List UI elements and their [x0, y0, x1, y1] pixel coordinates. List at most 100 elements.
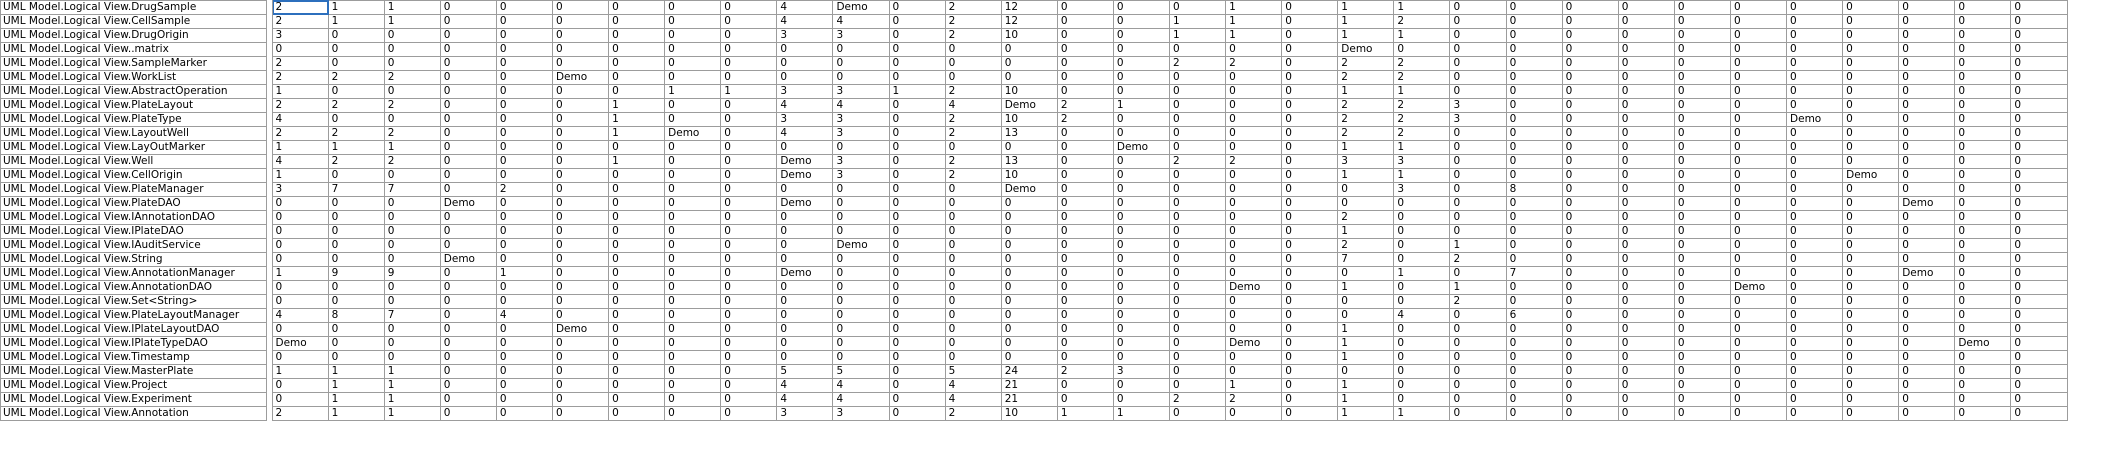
metric-cell[interactable]: 4 — [776, 0, 834, 15]
metric-cell[interactable]: 0 — [1281, 406, 1339, 421]
metric-cell[interactable]: 0 — [1505, 70, 1563, 85]
metric-cell[interactable]: 0 — [495, 406, 553, 421]
metric-cell[interactable]: 0 — [1673, 378, 1731, 393]
metric-cell[interactable]: Demo — [271, 336, 329, 351]
metric-cell[interactable]: 0 — [1673, 364, 1731, 379]
metric-cell[interactable]: 7 — [1505, 266, 1563, 281]
metric-cell[interactable]: 7 — [383, 308, 441, 323]
table-row[interactable]: UML Model.Logical View.WorkList 2 2 2 0 0 Demo… — [0, 70, 2068, 85]
metric-cell[interactable]: 0 — [1673, 210, 1731, 225]
metric-cell[interactable]: 12 — [1000, 14, 1058, 29]
table-row[interactable]: UML Model.Logical View.AbstractOperation… — [0, 84, 2068, 99]
table-row[interactable]: UML Model.Logical View.Experiment 0 1 1 0 0 0 0… — [0, 392, 2068, 407]
metric-cell[interactable]: 0 — [1898, 0, 1956, 15]
metric-cell[interactable]: 0 — [944, 238, 1002, 253]
metric-cell[interactable]: 0 — [1673, 336, 1731, 351]
metric-cell[interactable]: 1 — [1112, 406, 1171, 421]
metric-cell[interactable]: 0 — [551, 378, 610, 393]
metric-cell[interactable]: 0 — [439, 294, 497, 309]
metric-cell[interactable]: 1 — [271, 266, 329, 281]
metric-cell[interactable]: 0 — [1729, 350, 1788, 365]
metric-cell[interactable]: 0 — [1561, 28, 1619, 43]
metric-cell[interactable]: 0 — [1505, 378, 1563, 393]
metric-cell[interactable]: 0 — [664, 42, 722, 57]
metric-cell[interactable]: 4 — [776, 378, 834, 393]
metric-cell[interactable]: 1 — [495, 266, 553, 281]
metric-cell[interactable]: 0 — [1786, 322, 1844, 337]
metric-cell[interactable]: 0 — [1898, 336, 1956, 351]
metric-cell[interactable]: 0 — [1842, 294, 1900, 309]
metric-cell[interactable]: 2 — [1337, 56, 1395, 71]
metric-cell[interactable]: 2 — [1225, 56, 1283, 71]
metric-cell[interactable]: 0 — [1617, 322, 1675, 337]
metric-cell[interactable]: 0 — [439, 406, 497, 421]
metric-cell[interactable]: 0 — [1617, 364, 1675, 379]
metric-cell[interactable]: 0 — [495, 210, 553, 225]
metric-cell[interactable]: 3 — [271, 28, 329, 43]
metric-cell[interactable]: 0 — [1000, 308, 1058, 323]
metric-cell[interactable]: 0 — [1561, 70, 1619, 85]
metric-cell[interactable]: 0 — [1056, 378, 1114, 393]
metric-cell[interactable]: 0 — [495, 70, 553, 85]
metric-cell[interactable]: 0 — [1617, 392, 1675, 407]
metric-cell[interactable]: 0 — [888, 168, 946, 183]
metric-cell[interactable]: Demo — [1898, 196, 1956, 211]
metric-cell[interactable]: 0 — [776, 210, 834, 225]
metric-cell[interactable]: 0 — [1617, 168, 1675, 183]
metric-cell[interactable]: 0 — [1898, 364, 1956, 379]
metric-cell[interactable]: 4 — [776, 126, 834, 141]
row-name-cell[interactable]: UML Model.Logical View.MasterPlate — [0, 364, 267, 379]
metric-cell[interactable]: 0 — [1505, 84, 1563, 99]
table-row[interactable]: UML Model.Logical View.CellSample 2 1 1 0 0 0 0… — [0, 14, 2068, 29]
metric-cell[interactable]: 0 — [888, 378, 946, 393]
metric-cell[interactable]: 0 — [439, 266, 497, 281]
metric-cell[interactable]: 0 — [1056, 210, 1114, 225]
metric-cell[interactable]: 0 — [888, 322, 946, 337]
metric-cell[interactable]: 0 — [1393, 238, 1451, 253]
metric-cell[interactable]: 0 — [1954, 224, 2012, 239]
metric-cell[interactable]: 0 — [888, 392, 946, 407]
metric-cell[interactable]: 1 — [1337, 378, 1395, 393]
metric-cell[interactable]: 0 — [1898, 350, 1956, 365]
metric-cell[interactable]: 0 — [1112, 238, 1171, 253]
metric-cell[interactable]: 1 — [383, 140, 441, 155]
metric-cell[interactable]: 0 — [1168, 126, 1227, 141]
metric-cell[interactable]: 3 — [832, 126, 890, 141]
metric-cell[interactable]: 0 — [1337, 294, 1395, 309]
metric-cell[interactable]: 0 — [551, 308, 610, 323]
metric-cell[interactable]: 0 — [720, 378, 778, 393]
metric-cell[interactable]: 0 — [1281, 294, 1339, 309]
table-row[interactable]: UML Model.Logical View.IPlateTypeDAO Demo… — [0, 336, 2068, 351]
metric-cell[interactable]: 0 — [608, 70, 666, 85]
metric-cell[interactable]: 0 — [776, 308, 834, 323]
metric-cell[interactable]: 0 — [720, 252, 778, 267]
metric-cell[interactable]: 4 — [944, 392, 1002, 407]
metric-cell[interactable]: 1 — [1337, 280, 1395, 295]
metric-cell[interactable]: 0 — [608, 350, 666, 365]
metric-cell[interactable]: 0 — [1393, 196, 1451, 211]
metric-cell[interactable]: 1 — [1225, 14, 1283, 29]
metric-cell[interactable]: 0 — [439, 84, 497, 99]
metric-cell[interactable]: 2 — [271, 126, 329, 141]
metric-cell[interactable]: 0 — [888, 308, 946, 323]
metric-cell[interactable]: 0 — [1225, 406, 1283, 421]
metric-cell[interactable]: 0 — [944, 280, 1002, 295]
metric-cell[interactable]: 0 — [1673, 84, 1731, 99]
metric-cell[interactable]: 0 — [1168, 42, 1227, 57]
metric-cell[interactable]: 0 — [327, 42, 385, 57]
metric-cell[interactable]: 0 — [495, 168, 553, 183]
metric-cell[interactable]: 0 — [1281, 266, 1339, 281]
metric-cell[interactable]: 0 — [664, 98, 722, 113]
metric-cell[interactable]: 0 — [608, 168, 666, 183]
metric-cell[interactable]: 0 — [776, 56, 834, 71]
metric-cell[interactable]: 0 — [1449, 168, 1507, 183]
metric-cell[interactable]: 0 — [1898, 154, 1956, 169]
metric-cell[interactable]: 0 — [1561, 322, 1619, 337]
metric-cell[interactable]: 2 — [944, 28, 1002, 43]
metric-cell[interactable]: 0 — [1112, 154, 1171, 169]
metric-cell[interactable]: 2 — [1449, 252, 1507, 267]
metric-cell[interactable]: 4 — [832, 98, 890, 113]
metric-cell[interactable]: 0 — [1954, 42, 2012, 57]
metric-cell[interactable]: 0 — [1168, 266, 1227, 281]
metric-cell[interactable]: 1 — [1337, 322, 1395, 337]
